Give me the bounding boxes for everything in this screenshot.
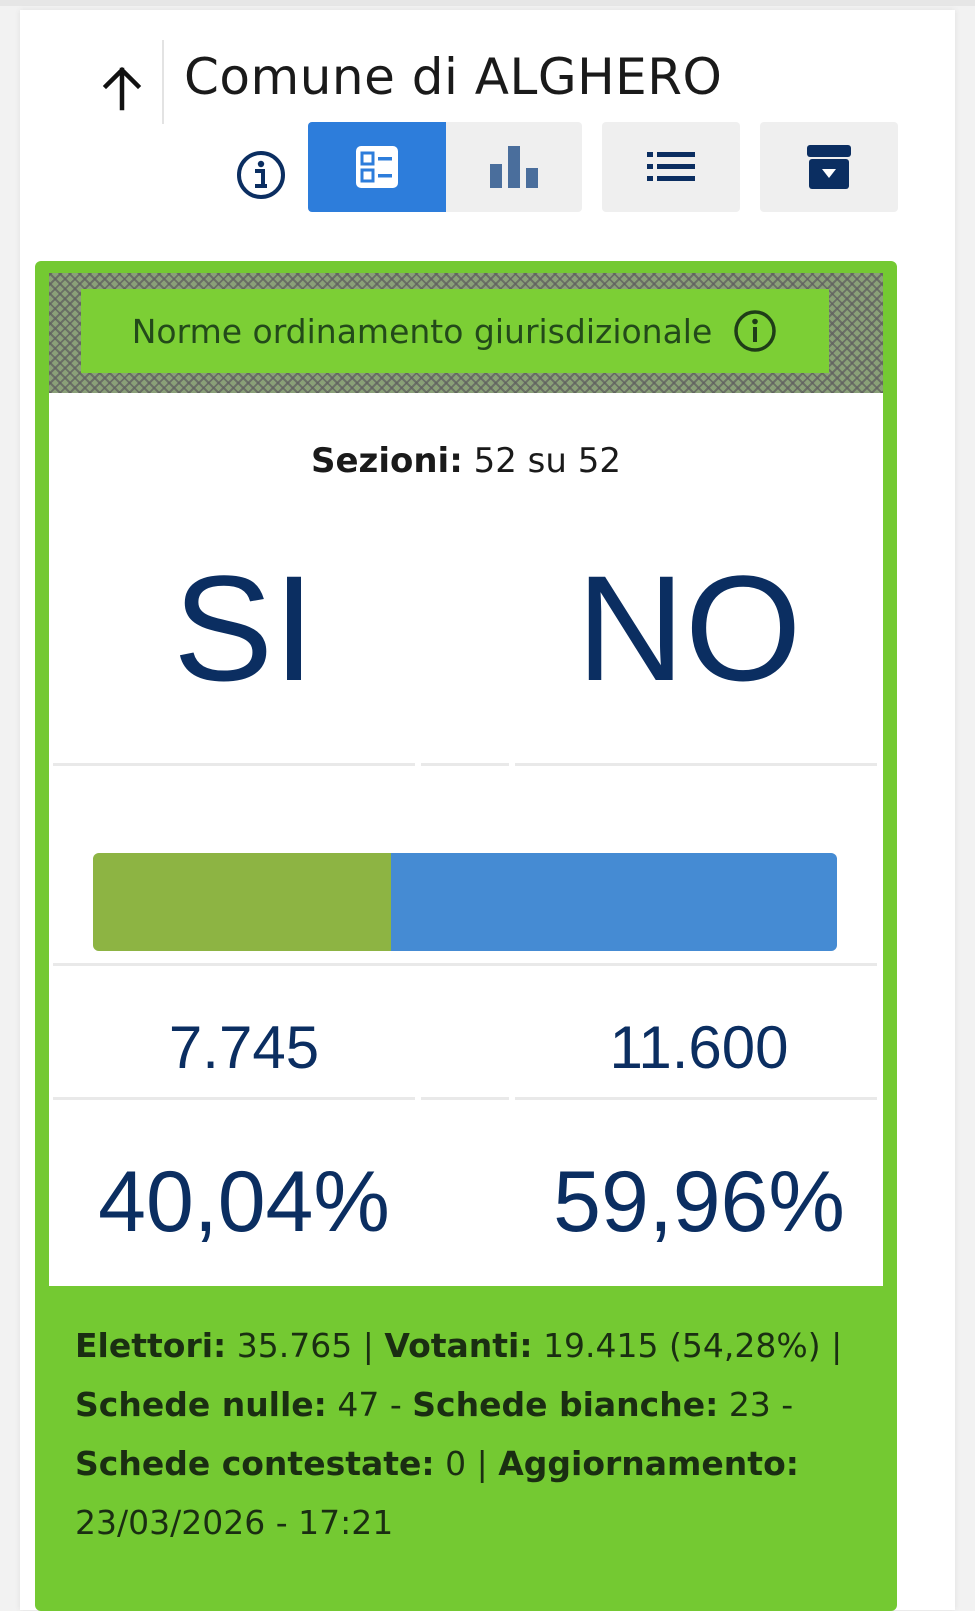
option-no-votes: 11.600 <box>609 1014 789 1081</box>
results-panel: Sezioni: 52 su 52 SI NO 7.745 11.600 40,… <box>49 393 883 1286</box>
elettori-label: Elettori: <box>75 1326 227 1365</box>
back-button[interactable] <box>92 58 152 118</box>
schede-bianche-label: Schede bianche: <box>412 1385 719 1424</box>
referendum-title-box[interactable]: Norme ordinamento giurisdizionale <box>81 289 829 373</box>
option-si-percent: 40,04% <box>98 1154 390 1250</box>
option-si-votes: 7.745 <box>168 1014 320 1081</box>
results-bar-si <box>93 853 391 951</box>
info-button[interactable] <box>234 148 288 202</box>
referendum-header: Norme ordinamento giurisdizionale <box>49 273 883 393</box>
title-divider <box>162 40 164 124</box>
page-title: Comune di ALGHERO <box>184 48 723 106</box>
option-no-label: NO <box>576 544 802 712</box>
arrow-up-icon <box>102 66 142 111</box>
results-card: Comune di ALGHERO Norme ordinamento giur… <box>20 10 955 1611</box>
view-list-button[interactable] <box>602 122 740 212</box>
schede-nulle-value: 47 <box>337 1385 380 1424</box>
schede-nulle-label: Schede nulle: <box>75 1385 327 1424</box>
votanti-value: 19.415 (54,28%) <box>543 1326 821 1365</box>
info-circle-icon <box>734 310 777 352</box>
archive-button[interactable] <box>760 122 898 212</box>
sezioni-value: 52 su 52 <box>473 441 622 481</box>
archive-download-icon <box>807 145 851 189</box>
option-no-percent: 59,96% <box>553 1154 845 1250</box>
row-divider <box>53 763 877 766</box>
view-cards-button[interactable] <box>308 122 446 212</box>
info-circle-icon <box>237 151 285 199</box>
schede-bianche-value: 23 <box>728 1385 771 1424</box>
bar-chart-icon <box>490 146 538 188</box>
schede-contestate-value: 0 <box>445 1444 467 1483</box>
view-chart-button[interactable] <box>446 122 582 212</box>
results-bar-no <box>390 853 837 951</box>
referendum-title: Norme ordinamento giurisdizionale <box>131 311 713 351</box>
sezioni-label: Sezioni: <box>310 441 463 481</box>
results-bar <box>93 853 837 951</box>
aggiornamento-label: Aggiornamento: <box>498 1444 799 1483</box>
cards-view-icon <box>356 146 398 188</box>
row-divider <box>53 963 877 966</box>
schede-contestate-label: Schede contestate: <box>75 1444 435 1483</box>
aggiornamento-value: 23/03/2026 - 17:21 <box>75 1503 394 1542</box>
option-si-label: SI <box>173 544 315 712</box>
row-divider <box>53 1097 877 1100</box>
list-icon <box>647 152 695 181</box>
turnout-stats: Elettori: 35.765 | Votanti: 19.415 (54,2… <box>75 1326 843 1542</box>
referendum-result-box: Norme ordinamento giurisdizionale Sezion… <box>35 261 897 1611</box>
elettori-value: 35.765 <box>236 1326 353 1365</box>
votanti-label: Votanti: <box>384 1326 533 1365</box>
referendum-info-button[interactable] <box>732 308 778 354</box>
sezioni-count: Sezioni: 52 su 52 <box>49 441 883 481</box>
top-edge <box>0 0 975 6</box>
